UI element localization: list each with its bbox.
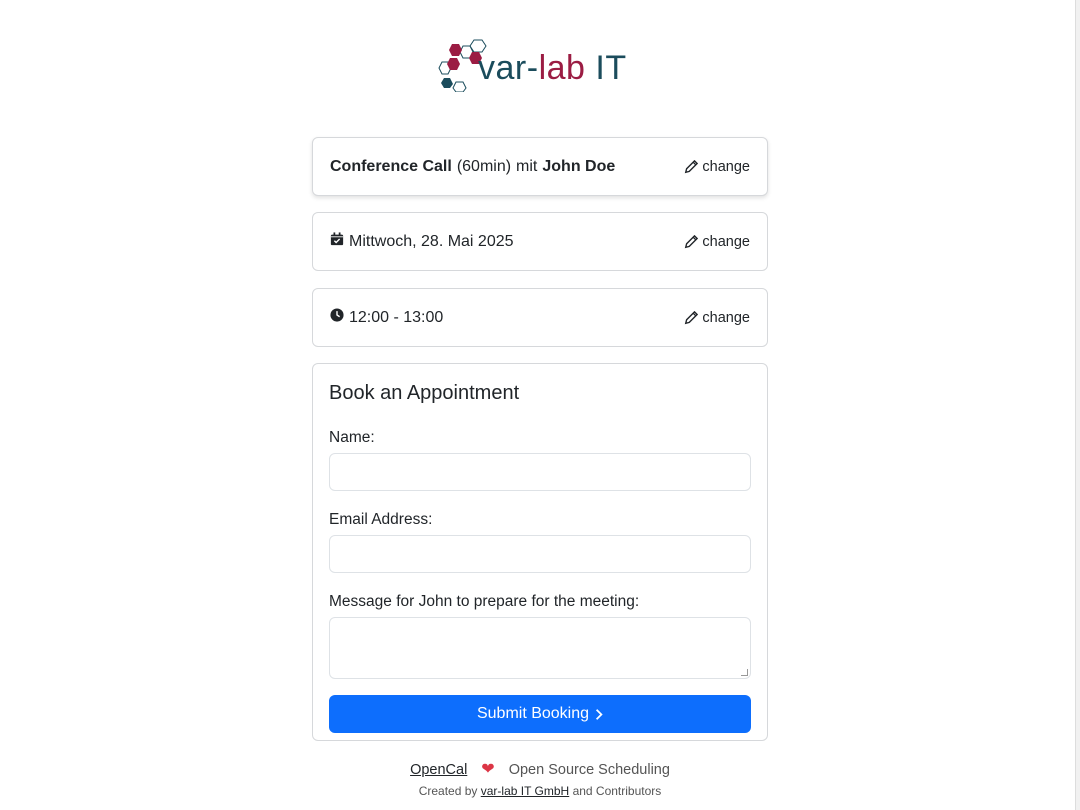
contributors-text: and Contributors <box>572 784 662 798</box>
created-by-text: Created by <box>418 784 478 798</box>
event-with: mit <box>516 157 538 175</box>
company-link[interactable]: var-lab IT GmbH <box>481 784 569 798</box>
name-label: Name: <box>329 429 375 446</box>
scrollbar[interactable] <box>1075 0 1080 810</box>
email-label: Email Address: <box>329 511 433 528</box>
calendar-check-icon <box>330 232 344 246</box>
name-input[interactable] <box>329 453 751 491</box>
clock-icon <box>330 308 344 322</box>
selected-time: 12:00 - 13:00 <box>349 308 444 326</box>
date-card: Mittwoch, 28. Mai 2025 change <box>312 212 768 271</box>
change-date-button[interactable]: change <box>684 234 750 250</box>
form-heading: Book an Appointment <box>329 382 520 404</box>
chevron-right-icon <box>596 708 603 720</box>
booking-form: Book an Appointment Name: Email Address:… <box>312 363 768 741</box>
logo-text: var-lab IT <box>478 48 627 87</box>
footer-line: OpenCal ❤ Open Source Scheduling <box>0 759 1080 779</box>
heart-icon: ❤ <box>481 761 495 778</box>
event-card: Conference Call (60min) mit John Doe cha… <box>312 137 768 196</box>
change-event-button[interactable]: change <box>684 159 750 175</box>
event-duration: (60min) <box>456 157 512 175</box>
submit-booking-button[interactable]: Submit Booking <box>329 695 751 733</box>
opencal-link[interactable]: OpenCal <box>410 762 467 778</box>
footer-credits: Created by var-lab IT GmbH and Contribut… <box>0 784 1080 798</box>
pencil-icon <box>685 234 699 248</box>
logo: var-lab IT <box>438 38 627 92</box>
event-host: John Doe <box>542 157 616 175</box>
email-input[interactable] <box>329 535 751 573</box>
pencil-icon <box>685 310 699 324</box>
footer-tagline: Open Source Scheduling <box>508 762 670 778</box>
selected-date: Mittwoch, 28. Mai 2025 <box>349 232 514 250</box>
pencil-icon <box>685 159 699 173</box>
message-label: Message for John to prepare for the meet… <box>329 593 640 610</box>
change-time-button[interactable]: change <box>684 310 750 326</box>
event-summary: Conference Call (60min) mit John Doe <box>330 158 615 176</box>
time-card: 12:00 - 13:00 change <box>312 288 768 347</box>
event-title: Conference Call <box>330 157 452 175</box>
message-textarea[interactable] <box>329 617 751 679</box>
